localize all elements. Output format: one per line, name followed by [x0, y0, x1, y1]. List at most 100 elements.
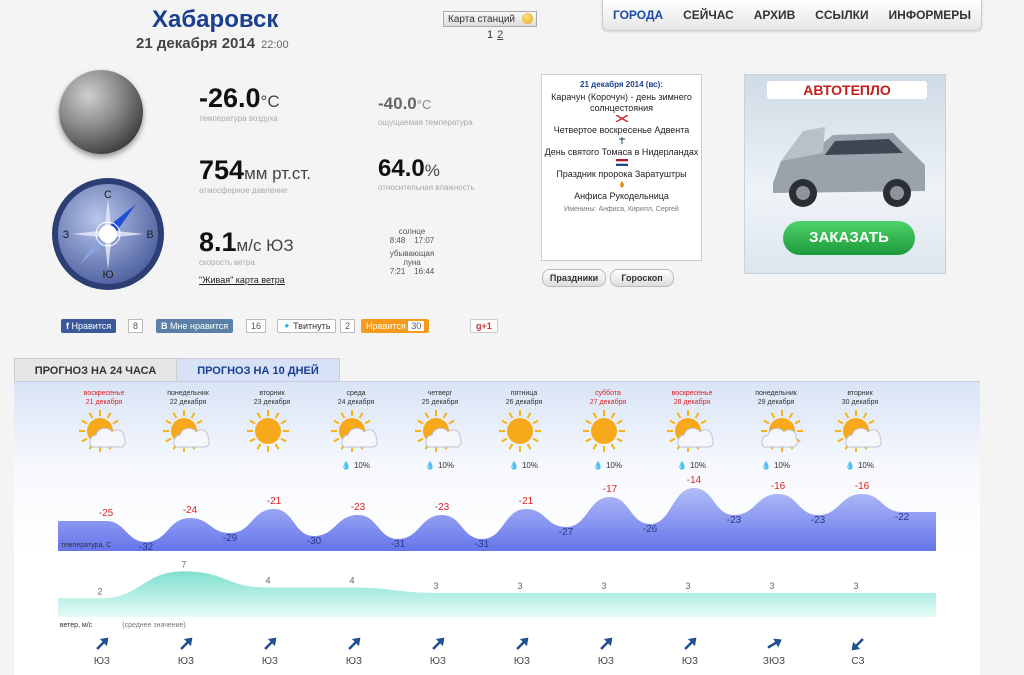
temp-high-label: -14	[687, 475, 702, 486]
wind-arrow-icon	[432, 637, 445, 650]
temp-high-label: -24	[183, 505, 198, 516]
page-2-link[interactable]: 2	[497, 29, 503, 41]
humidity-block: 64.0% относительная влажность	[378, 155, 475, 192]
day-date: 26 декабря	[506, 398, 543, 406]
wind-arrow-icon	[767, 638, 782, 649]
moon-times: 7:21 16:44	[389, 267, 435, 276]
wind-direction-label: СЗ	[851, 656, 864, 667]
wind-value-label: 3	[601, 581, 606, 591]
wind-arrow-icon	[516, 637, 529, 650]
wind-arrow-icon	[180, 637, 193, 650]
time-text: 22:00	[261, 39, 289, 51]
station-map-button[interactable]: Карта станций	[443, 11, 537, 27]
day-date: 27 декабря	[590, 398, 627, 406]
holiday-item[interactable]: День святого Томаса в Нидерландах	[542, 147, 701, 166]
raindrop-icon: 💧	[593, 460, 603, 470]
day-date: 29 декабря	[758, 398, 795, 406]
wind-area	[58, 571, 936, 617]
name-days: Именины: Анфиса, Кирилл, Сергей	[564, 206, 679, 213]
compass-s: Ю	[102, 269, 113, 281]
raindrop-icon: 💧	[509, 460, 519, 470]
sun-moon-block: солнце 8:48 17:07 убывающая луна 7:21 16…	[382, 227, 442, 276]
main-nav: ГОРОДА СЕЙЧАС АРХИВ ССЫЛКИ ИНФОРМЕРЫ	[602, 0, 982, 31]
temp-low-label: -30	[307, 536, 322, 547]
car-icon	[773, 127, 925, 207]
wind-value-label: 4	[265, 576, 270, 586]
twitter-button[interactable]: ✦ Твитнуть	[277, 319, 337, 333]
wind-direction-label: ЮЗ	[682, 656, 698, 667]
globe-icon	[522, 13, 533, 24]
nav-cities[interactable]: ГОРОДА	[613, 8, 663, 22]
sun-cloud-icon	[667, 410, 714, 452]
temp-axis-label: температура, С	[61, 542, 112, 549]
precip-value: 10%	[354, 461, 370, 470]
facebook-like-button[interactable]: f Нравится	[61, 319, 117, 333]
wind-direction-label: ЮЗ	[598, 656, 614, 667]
netherlands-flag-icon	[615, 159, 628, 166]
compass-icon: С Ю З В	[52, 178, 164, 290]
temp-high-label: -21	[519, 496, 534, 507]
raindrop-icon: 💧	[845, 460, 855, 470]
forecast-chart: воскресенье21 декабряпонедельник22 декаб…	[58, 389, 936, 667]
temperature-area	[58, 488, 936, 551]
holiday-item[interactable]: Карачун (Корочун) - день зимнего солнцес…	[542, 92, 701, 122]
wind-value-label: 4	[349, 576, 354, 586]
station-map-label: Карта станций	[448, 14, 515, 25]
ad-banner[interactable]: АВТОТЕПЛО ЗАКАЗАТЬ	[744, 74, 946, 274]
day-date: 24 декабря	[338, 398, 375, 406]
raindrop-icon: 💧	[425, 460, 435, 470]
feels-like-value: -40.0°C	[378, 94, 432, 113]
compass-n: С	[104, 189, 112, 201]
ad-order-button[interactable]: ЗАКАЗАТЬ	[783, 221, 915, 255]
day-date: 22 декабря	[170, 398, 207, 406]
vk-like-button[interactable]: В Мне нравится	[156, 319, 234, 333]
holidays-header: 21 декабря 2014 (вс):	[580, 80, 663, 89]
facebook-count: 8	[128, 319, 144, 333]
wind-block: 8.1м/с ЮЗ скорость ветра "Живая" карта в…	[199, 227, 294, 285]
tab-10days[interactable]: ПРОГНОЗ НА 10 ДНЕЙ	[176, 358, 340, 383]
temp-high-label: -16	[771, 481, 786, 492]
holiday-item[interactable]: Четвертое воскресенье Адвента	[542, 125, 701, 144]
sun-label: солнце	[398, 227, 426, 236]
moon-label: убывающая	[389, 249, 435, 258]
day-date: 30 декабря	[842, 398, 879, 406]
nav-links[interactable]: ССЫЛКИ	[815, 8, 868, 22]
tab-24h[interactable]: ПРОГНОЗ НА 24 ЧАСА	[14, 358, 177, 383]
wind-direction-label: ЮЗ	[514, 656, 530, 667]
pager: 12	[487, 29, 503, 41]
pressure-label: атмосферное давление	[199, 186, 288, 195]
temp-high-label: -16	[855, 481, 870, 492]
horoscope-button[interactable]: Гороскоп	[610, 269, 674, 287]
holiday-item[interactable]: Праздник пророка Заратуштры	[542, 169, 701, 188]
temperature-block: -26.0°C температура воздуха	[199, 83, 280, 123]
pressure-block: 754мм рт.ст. атмосферное давление	[199, 155, 311, 195]
wind-map-link[interactable]: "Живая" карта ветра	[199, 275, 294, 285]
nav-informers[interactable]: ИНФОРМЕРЫ	[889, 8, 971, 22]
wind-direction-label: ЮЗ	[430, 656, 446, 667]
temp-high-label: -21	[267, 496, 282, 507]
humidity-value: 64.0%	[378, 155, 440, 182]
temp-high-label: -23	[435, 502, 450, 513]
wind-arrow-icon	[851, 638, 864, 651]
holiday-item[interactable]: Анфиса Рукодельница	[542, 191, 701, 202]
wind-value-label: 3	[853, 581, 858, 591]
wind-value-label: 3	[685, 581, 690, 591]
raindrop-icon: 💧	[341, 460, 351, 470]
wind-value-label: 7	[181, 559, 186, 569]
day-name: среда	[346, 390, 365, 397]
wind-arrow-icon	[348, 637, 361, 650]
holidays-button[interactable]: Праздники	[542, 269, 606, 287]
raindrop-icon: 💧	[677, 460, 687, 470]
odnoklassniki-button[interactable]: Нравится 30	[361, 319, 430, 333]
wind-arrow-icon	[600, 637, 613, 650]
nav-archive[interactable]: АРХИВ	[754, 8, 796, 22]
google-plus-button[interactable]: g+1	[470, 319, 498, 333]
wind-direction-label: ЮЗ	[178, 656, 194, 667]
holidays-box: 21 декабря 2014 (вс): Карачун (Корочун) …	[541, 74, 702, 261]
temp-high-label: -25	[99, 508, 114, 519]
nav-now[interactable]: СЕЙЧАС	[683, 8, 734, 22]
sun-times: 8:48 17:07	[389, 236, 435, 245]
day-name: вторник	[259, 390, 285, 397]
day-date: 21 декабря	[86, 398, 123, 406]
wind-value-label: 3	[517, 581, 522, 591]
